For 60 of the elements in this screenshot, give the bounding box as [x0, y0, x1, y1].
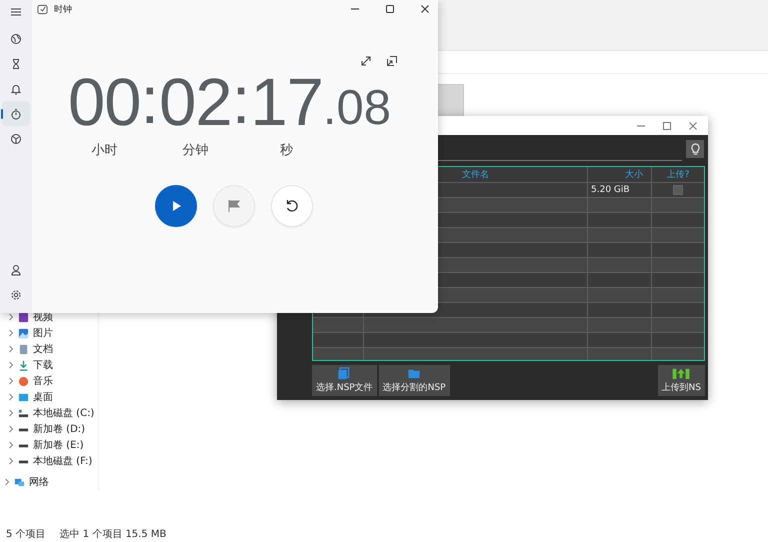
toolbar-button[interactable]: 上传到NS — [658, 365, 705, 396]
nav-item[interactable]: 图片 — [33, 326, 53, 340]
nav-item[interactable]: 新加卷 (D:) — [33, 422, 86, 436]
clock-app-icon — [37, 4, 48, 14]
window-title: 时钟 — [54, 4, 72, 16]
lightbulb-button[interactable] — [686, 140, 704, 158]
maximize-icon[interactable] — [385, 4, 395, 14]
account-icon[interactable] — [10, 264, 22, 276]
desktop-icon — [18, 392, 29, 402]
dial-icon — [10, 132, 22, 144]
nav-item[interactable]: 下载 — [33, 358, 53, 372]
flag-icon — [226, 198, 242, 214]
unit-label: 分钟 — [182, 142, 208, 159]
play-button[interactable] — [155, 185, 197, 227]
fraction-digits: .08 — [322, 84, 391, 133]
menu-icon[interactable] — [10, 6, 22, 18]
nav-tab[interactable] — [2, 101, 30, 126]
nav-item[interactable]: 桌面 — [33, 390, 53, 404]
files-icon — [337, 367, 352, 380]
folder-icon — [407, 367, 422, 380]
nav-item[interactable]: 本地磁盘 (F:) — [33, 454, 92, 468]
expand-icon[interactable] — [360, 55, 372, 67]
chevron-icon[interactable] — [4, 478, 10, 486]
upload-arrow-icon — [671, 367, 692, 380]
time-separator: : — [140, 70, 160, 132]
nav-item[interactable]: 音乐 — [33, 374, 53, 388]
settings-icon[interactable] — [10, 288, 22, 300]
lightbulb-icon — [690, 142, 700, 156]
globe-icon — [10, 32, 22, 44]
music-icon — [18, 376, 29, 386]
time-digits: 17 — [250, 70, 323, 136]
nav-item[interactable]: 文档 — [33, 342, 53, 356]
network-icon — [14, 476, 25, 488]
time-digits: 00 — [68, 70, 141, 136]
document-icon — [18, 344, 29, 354]
nav-item[interactable]: 本地磁盘 (C:) — [33, 406, 94, 420]
close-icon[interactable] — [420, 4, 430, 14]
unit-label: 秒 — [280, 142, 294, 159]
nav-item[interactable]: 新加卷 (E:) — [33, 438, 84, 452]
download-icon — [18, 360, 29, 370]
time-digits: 02 — [159, 70, 232, 136]
time-separator: : — [232, 70, 250, 132]
toolbar-button[interactable]: 选择.NSP文件 — [312, 365, 377, 396]
reset-button[interactable] — [271, 185, 313, 227]
toolbar-button[interactable]: 选择分割的NSP — [378, 365, 450, 396]
drive-icon — [18, 408, 29, 418]
hourglass-icon — [10, 58, 22, 70]
bell-icon — [10, 82, 22, 94]
nav-item[interactable]: 网络 — [29, 475, 49, 489]
checkbox[interactable] — [673, 185, 683, 195]
column-header: 上传? — [666, 168, 690, 182]
column-header: 大小 — [588, 167, 652, 182]
compact-overlay-icon[interactable] — [386, 55, 398, 67]
unit-label: 小时 — [91, 142, 118, 159]
stopwatch-icon — [10, 108, 22, 120]
item-count: 5 个项目 — [6, 528, 46, 541]
pictures-folder-icon — [18, 328, 29, 338]
table-cell: 5.20 GiB — [591, 185, 630, 195]
selection-info: 选中 1 个项目 15.5 MB — [60, 528, 166, 541]
reset-icon — [284, 198, 300, 214]
